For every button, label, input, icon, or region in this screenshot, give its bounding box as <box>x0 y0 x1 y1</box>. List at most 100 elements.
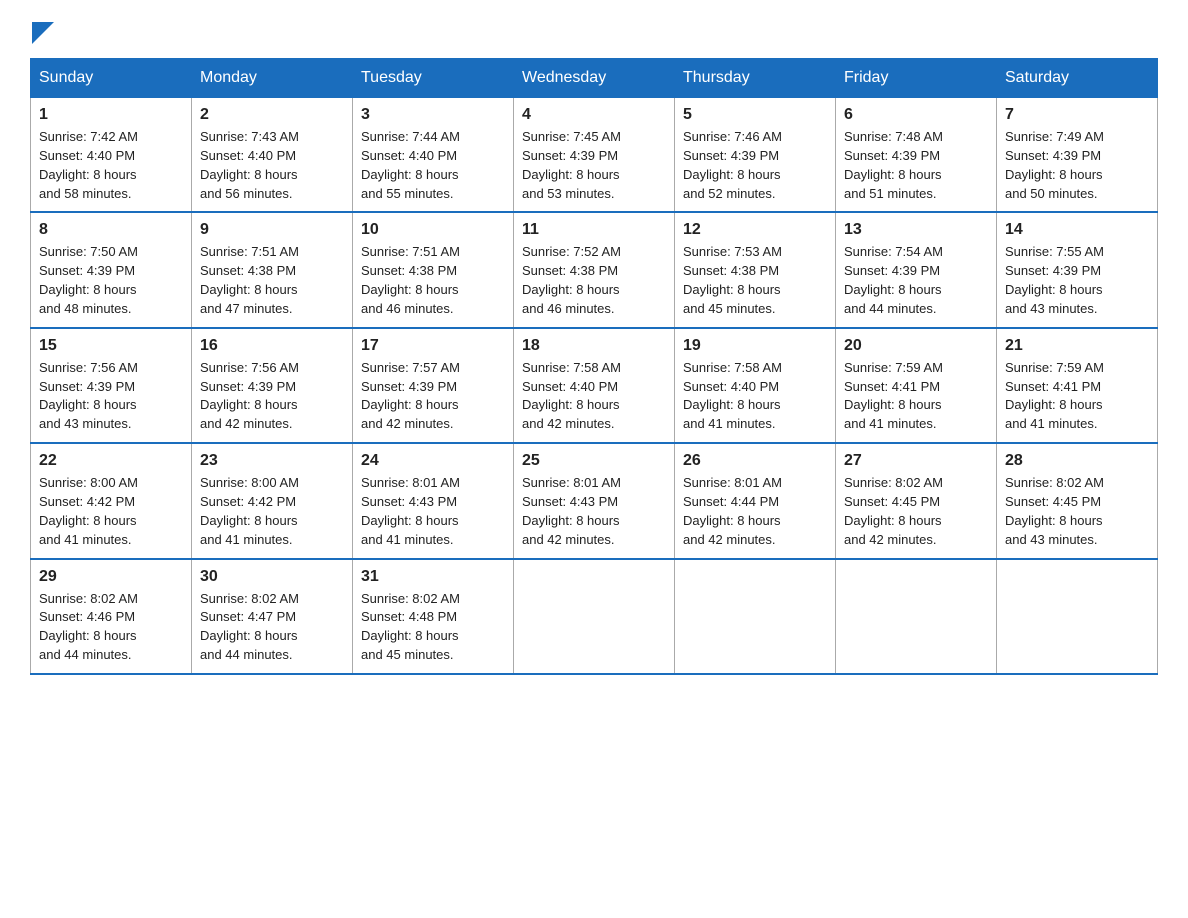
calendar-cell: 5Sunrise: 7:46 AMSunset: 4:39 PMDaylight… <box>675 98 836 213</box>
day-number: 28 <box>1005 452 1149 470</box>
calendar-cell: 21 Sunrise: 7:59 AMSunset: 4:41 PMDayligh… <box>997 328 1158 443</box>
day-number: 19 <box>683 337 827 355</box>
calendar-cell: 28 Sunrise: 8:02 AMSunset: 4:45 PMDayligh… <box>997 443 1158 558</box>
header-tuesday: Tuesday <box>353 59 514 98</box>
calendar-cell: 27 Sunrise: 8:02 AMSunset: 4:45 PMDayligh… <box>836 443 997 558</box>
calendar-table: SundayMondayTuesdayWednesdayThursdayFrid… <box>30 58 1158 675</box>
day-number: 9 <box>200 221 344 239</box>
day-info: Sunrise: 8:01 AMSunset: 4:44 PMDaylight:… <box>683 474 827 549</box>
day-number: 10 <box>361 221 505 239</box>
calendar-cell: 17 Sunrise: 7:57 AMSunset: 4:39 PMDayligh… <box>353 328 514 443</box>
calendar-cell <box>675 559 836 674</box>
header-friday: Friday <box>836 59 997 98</box>
calendar-cell: 4 Sunrise: 7:45 AMSunset: 4:39 PMDaylight… <box>514 98 675 213</box>
day-number: 14 <box>1005 221 1149 239</box>
calendar-cell: 14 Sunrise: 7:55 AMSunset: 4:39 PMDayligh… <box>997 212 1158 327</box>
day-info: Sunrise: 7:57 AMSunset: 4:39 PMDaylight:… <box>361 359 505 434</box>
day-number: 18 <box>522 337 666 355</box>
calendar-cell: 20 Sunrise: 7:59 AMSunset: 4:41 PMDayligh… <box>836 328 997 443</box>
page-header <box>30 20 1158 38</box>
calendar-cell: 8Sunrise: 7:50 AMSunset: 4:39 PMDaylight… <box>31 212 192 327</box>
calendar-cell: 31Sunrise: 8:02 AMSunset: 4:48 PMDayligh… <box>353 559 514 674</box>
day-info: Sunrise: 8:01 AMSunset: 4:43 PMDaylight:… <box>361 474 505 549</box>
day-number: 24 <box>361 452 505 470</box>
day-info: Sunrise: 7:51 AMSunset: 4:38 PMDaylight:… <box>200 243 344 318</box>
day-info: Sunrise: 8:02 AMSunset: 4:46 PMDaylight:… <box>39 590 183 665</box>
day-info: Sunrise: 7:53 AMSunset: 4:38 PMDaylight:… <box>683 243 827 318</box>
calendar-cell: 19Sunrise: 7:58 AMSunset: 4:40 PMDayligh… <box>675 328 836 443</box>
day-info: Sunrise: 8:00 AMSunset: 4:42 PMDaylight:… <box>39 474 183 549</box>
day-number: 26 <box>683 452 827 470</box>
day-number: 2 <box>200 106 344 124</box>
calendar-cell: 16 Sunrise: 7:56 AMSunset: 4:39 PMDayligh… <box>192 328 353 443</box>
day-info: Sunrise: 8:02 AMSunset: 4:48 PMDaylight:… <box>361 590 505 665</box>
day-info: Sunrise: 7:58 AMSunset: 4:40 PMDaylight:… <box>522 359 666 434</box>
calendar-header-row: SundayMondayTuesdayWednesdayThursdayFrid… <box>31 59 1158 98</box>
calendar-cell: 7Sunrise: 7:49 AMSunset: 4:39 PMDaylight… <box>997 98 1158 213</box>
calendar-cell: 3 Sunrise: 7:44 AMSunset: 4:40 PMDaylight… <box>353 98 514 213</box>
day-number: 12 <box>683 221 827 239</box>
day-info: Sunrise: 7:42 AMSunset: 4:40 PMDaylight:… <box>39 128 183 203</box>
calendar-cell: 9 Sunrise: 7:51 AMSunset: 4:38 PMDaylight… <box>192 212 353 327</box>
day-number: 13 <box>844 221 988 239</box>
day-info: Sunrise: 7:56 AMSunset: 4:39 PMDaylight:… <box>200 359 344 434</box>
day-number: 3 <box>361 106 505 124</box>
day-info: Sunrise: 7:59 AMSunset: 4:41 PMDaylight:… <box>844 359 988 434</box>
calendar-cell: 29 Sunrise: 8:02 AMSunset: 4:46 PMDayligh… <box>31 559 192 674</box>
day-number: 29 <box>39 568 183 586</box>
logo-arrow-icon <box>32 22 54 44</box>
day-number: 23 <box>200 452 344 470</box>
calendar-cell: 18 Sunrise: 7:58 AMSunset: 4:40 PMDayligh… <box>514 328 675 443</box>
day-number: 27 <box>844 452 988 470</box>
calendar-week-5: 29 Sunrise: 8:02 AMSunset: 4:46 PMDayligh… <box>31 559 1158 674</box>
header-saturday: Saturday <box>997 59 1158 98</box>
calendar-cell: 26 Sunrise: 8:01 AMSunset: 4:44 PMDayligh… <box>675 443 836 558</box>
day-info: Sunrise: 7:50 AMSunset: 4:39 PMDaylight:… <box>39 243 183 318</box>
day-info: Sunrise: 7:44 AMSunset: 4:40 PMDaylight:… <box>361 128 505 203</box>
day-number: 1 <box>39 106 183 124</box>
header-monday: Monday <box>192 59 353 98</box>
calendar-cell: 6Sunrise: 7:48 AMSunset: 4:39 PMDaylight… <box>836 98 997 213</box>
day-info: Sunrise: 7:59 AMSunset: 4:41 PMDaylight:… <box>1005 359 1149 434</box>
calendar-cell: 2 Sunrise: 7:43 AMSunset: 4:40 PMDaylight… <box>192 98 353 213</box>
calendar-cell: 30Sunrise: 8:02 AMSunset: 4:47 PMDayligh… <box>192 559 353 674</box>
day-info: Sunrise: 8:02 AMSunset: 4:45 PMDaylight:… <box>844 474 988 549</box>
calendar-cell: 12 Sunrise: 7:53 AMSunset: 4:38 PMDayligh… <box>675 212 836 327</box>
calendar-week-1: 1 Sunrise: 7:42 AMSunset: 4:40 PMDaylight… <box>31 98 1158 213</box>
day-info: Sunrise: 8:01 AMSunset: 4:43 PMDaylight:… <box>522 474 666 549</box>
calendar-cell: 13Sunrise: 7:54 AMSunset: 4:39 PMDayligh… <box>836 212 997 327</box>
logo <box>30 20 54 38</box>
day-number: 17 <box>361 337 505 355</box>
day-number: 15 <box>39 337 183 355</box>
day-info: Sunrise: 7:52 AMSunset: 4:38 PMDaylight:… <box>522 243 666 318</box>
calendar-week-3: 15 Sunrise: 7:56 AMSunset: 4:39 PMDayligh… <box>31 328 1158 443</box>
day-info: Sunrise: 8:00 AMSunset: 4:42 PMDaylight:… <box>200 474 344 549</box>
day-number: 6 <box>844 106 988 124</box>
day-number: 21 <box>1005 337 1149 355</box>
header-sunday: Sunday <box>31 59 192 98</box>
header-thursday: Thursday <box>675 59 836 98</box>
calendar-cell: 15Sunrise: 7:56 AMSunset: 4:39 PMDayligh… <box>31 328 192 443</box>
calendar-cell <box>997 559 1158 674</box>
calendar-cell: 10 Sunrise: 7:51 AMSunset: 4:38 PMDayligh… <box>353 212 514 327</box>
day-number: 11 <box>522 221 666 239</box>
day-info: Sunrise: 7:45 AMSunset: 4:39 PMDaylight:… <box>522 128 666 203</box>
calendar-cell: 11 Sunrise: 7:52 AMSunset: 4:38 PMDayligh… <box>514 212 675 327</box>
calendar-week-4: 22Sunrise: 8:00 AMSunset: 4:42 PMDayligh… <box>31 443 1158 558</box>
day-number: 4 <box>522 106 666 124</box>
day-info: Sunrise: 7:51 AMSunset: 4:38 PMDaylight:… <box>361 243 505 318</box>
day-info: Sunrise: 8:02 AMSunset: 4:45 PMDaylight:… <box>1005 474 1149 549</box>
calendar-cell: 1 Sunrise: 7:42 AMSunset: 4:40 PMDaylight… <box>31 98 192 213</box>
day-info: Sunrise: 7:55 AMSunset: 4:39 PMDaylight:… <box>1005 243 1149 318</box>
day-number: 25 <box>522 452 666 470</box>
logo-icon <box>30 20 54 44</box>
calendar-cell <box>836 559 997 674</box>
calendar-cell <box>514 559 675 674</box>
day-info: Sunrise: 7:46 AMSunset: 4:39 PMDaylight:… <box>683 128 827 203</box>
day-number: 20 <box>844 337 988 355</box>
day-info: Sunrise: 7:43 AMSunset: 4:40 PMDaylight:… <box>200 128 344 203</box>
day-number: 16 <box>200 337 344 355</box>
calendar-cell: 23 Sunrise: 8:00 AMSunset: 4:42 PMDayligh… <box>192 443 353 558</box>
calendar-week-2: 8Sunrise: 7:50 AMSunset: 4:39 PMDaylight… <box>31 212 1158 327</box>
day-number: 7 <box>1005 106 1149 124</box>
